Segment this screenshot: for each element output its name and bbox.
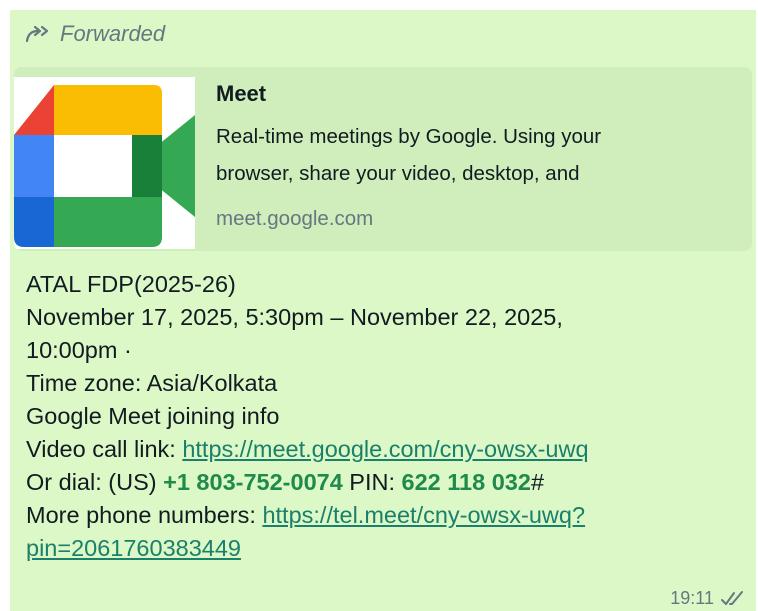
pin-suffix: # [530,469,545,495]
video-call-label: Video call link: [26,436,183,462]
more-numbers-label: More phone numbers: [26,502,263,528]
preview-domain: meet.google.com [216,207,374,230]
pin-number[interactable]: 622 118 032 [402,469,531,495]
joining-info-heading: Google Meet joining info [26,403,280,429]
pin-label: PIN: [342,469,402,495]
event-title: ATAL FDP(2025-26) [26,271,236,297]
event-date-range: November 17, 2025, 5:30pm – November 22,… [26,304,563,330]
message-bubble[interactable]: Forwarded Meet Real-time meetings by Goo… [10,10,756,611]
preview-description-line: Real-time meetings by Google. Using your [216,125,602,148]
message-text: ATAL FDP(2025-26) November 17, 2025, 5:3… [26,268,746,565]
more-numbers-link[interactable]: https://tel.meet/cny-owsx-uwq? [262,502,585,528]
more-numbers-line: More phone numbers: https://tel.meet/cny… [26,499,746,532]
link-preview-card[interactable]: Meet Real-time meetings by Google. Using… [14,67,752,251]
preview-title: Meet [216,81,267,106]
forwarded-label: Forwarded [24,19,165,49]
more-numbers-link-cont[interactable]: pin=2061760383449 [26,535,241,561]
dial-line: Or dial: (US) +1 803-752-0074 PIN: 622 1… [26,466,746,499]
preview-description: Real-time meetings by Google. Using your… [216,118,736,192]
video-call-line: Video call link: https://meet.google.com… [26,433,746,466]
more-numbers-line-cont: pin=2061760383449 [26,532,746,565]
video-call-link[interactable]: https://meet.google.com/cny-owsx-uwq [182,436,588,462]
dial-phone-number[interactable]: +1 803-752-0074 [163,469,343,495]
forwarded-text: Forwarded [60,21,166,46]
message-time: 19:11 [670,588,714,608]
preview-description-line: browser, share your video, desktop, and [216,162,580,185]
message-meta: 19:11 [670,588,746,609]
forward-arrow-icon [24,24,54,44]
event-timezone: Time zone: Asia/Kolkata [26,370,278,396]
double-check-icon [720,590,746,608]
google-meet-logo-icon [14,77,195,249]
event-date-end: 10:00pm · [26,337,132,363]
dial-label: Or dial: (US) [26,469,164,495]
